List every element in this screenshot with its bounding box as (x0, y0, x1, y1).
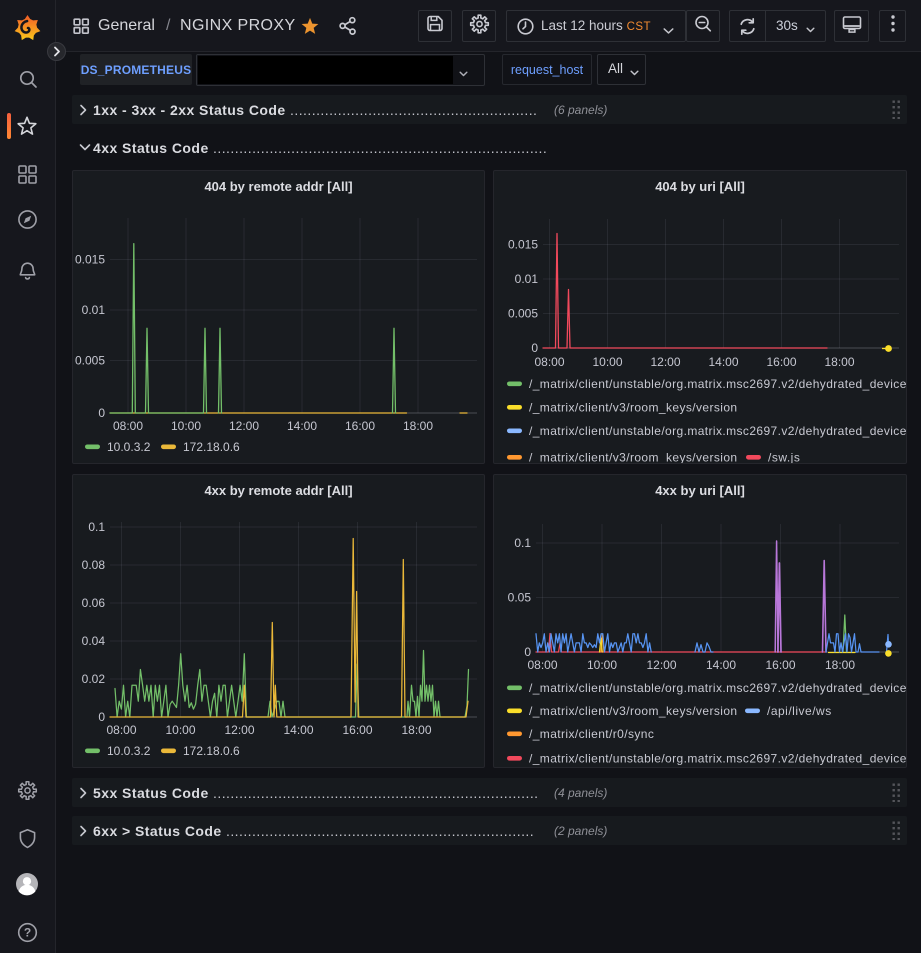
svg-text:10:00: 10:00 (592, 355, 622, 369)
svg-text:?: ? (24, 926, 31, 940)
svg-text:12:00: 12:00 (229, 419, 259, 433)
svg-text:16:00: 16:00 (765, 658, 795, 672)
svg-text:0.05: 0.05 (508, 591, 532, 605)
svg-text:0: 0 (98, 710, 105, 724)
svg-text:08:00: 08:00 (527, 658, 557, 672)
svg-text:0.04: 0.04 (82, 634, 106, 648)
svg-text:/api/live/ws: /api/live/ws (767, 704, 832, 718)
svg-text:/sw.js: /sw.js (768, 451, 800, 463)
svg-text:08:00: 08:00 (534, 355, 564, 369)
svg-text:0.01: 0.01 (82, 303, 106, 317)
svg-text:14:00: 14:00 (283, 723, 313, 737)
svg-text:0: 0 (98, 406, 105, 420)
svg-text:/_matrix/client/v3/room_keys/v: /_matrix/client/v3/room_keys/version (529, 451, 737, 463)
svg-text:/_matrix/client/v3/room_keys/v: /_matrix/client/v3/room_keys/version (529, 704, 737, 718)
svg-text:0.1: 0.1 (88, 520, 105, 534)
svg-text:12:00: 12:00 (224, 723, 254, 737)
svg-text:10:00: 10:00 (165, 723, 195, 737)
svg-text:18:00: 18:00 (401, 723, 431, 737)
svg-text:/_matrix/client/unstable/org.m: /_matrix/client/unstable/org.matrix.msc2… (529, 752, 906, 766)
svg-text:0.1: 0.1 (514, 536, 531, 550)
svg-text:172.18.0.6: 172.18.0.6 (183, 440, 240, 454)
svg-text:/_matrix/client/unstable/org.m: /_matrix/client/unstable/org.matrix.msc2… (529, 377, 906, 391)
svg-text:0: 0 (531, 341, 538, 355)
svg-text:10.0.3.2: 10.0.3.2 (107, 440, 151, 454)
svg-text:14:00: 14:00 (287, 419, 317, 433)
svg-text:0: 0 (524, 645, 531, 659)
svg-text:12:00: 12:00 (646, 658, 676, 672)
svg-text:18:00: 18:00 (824, 355, 854, 369)
svg-text:0.005: 0.005 (508, 307, 538, 321)
svg-text:14:00: 14:00 (706, 658, 736, 672)
svg-text:0.06: 0.06 (82, 596, 106, 610)
svg-text:18:00: 18:00 (403, 419, 433, 433)
svg-text:16:00: 16:00 (345, 419, 375, 433)
svg-text:0.02: 0.02 (82, 672, 106, 686)
svg-text:/_matrix/client/unstable/org.m: /_matrix/client/unstable/org.matrix.msc2… (529, 681, 906, 695)
svg-text:16:00: 16:00 (766, 355, 796, 369)
svg-text:08:00: 08:00 (113, 419, 143, 433)
svg-text:0.08: 0.08 (82, 558, 106, 572)
svg-text:08:00: 08:00 (106, 723, 136, 737)
svg-text:16:00: 16:00 (342, 723, 372, 737)
svg-text:10:00: 10:00 (171, 419, 201, 433)
svg-text:0.005: 0.005 (75, 354, 105, 368)
svg-text:18:00: 18:00 (825, 658, 855, 672)
svg-text:/_matrix/client/unstable/org.m: /_matrix/client/unstable/org.matrix.msc2… (529, 424, 906, 438)
svg-text:0.01: 0.01 (515, 272, 539, 286)
svg-text:10:00: 10:00 (587, 658, 617, 672)
svg-text:10.0.3.2: 10.0.3.2 (107, 744, 151, 758)
svg-text:0.015: 0.015 (75, 253, 105, 267)
svg-text:172.18.0.6: 172.18.0.6 (183, 744, 240, 758)
svg-text:14:00: 14:00 (708, 355, 738, 369)
svg-text:12:00: 12:00 (650, 355, 680, 369)
svg-text:/_matrix/client/v3/room_keys/v: /_matrix/client/v3/room_keys/version (529, 401, 737, 415)
svg-text:/_matrix/client/r0/sync: /_matrix/client/r0/sync (529, 727, 654, 741)
svg-text:0.015: 0.015 (508, 238, 538, 252)
